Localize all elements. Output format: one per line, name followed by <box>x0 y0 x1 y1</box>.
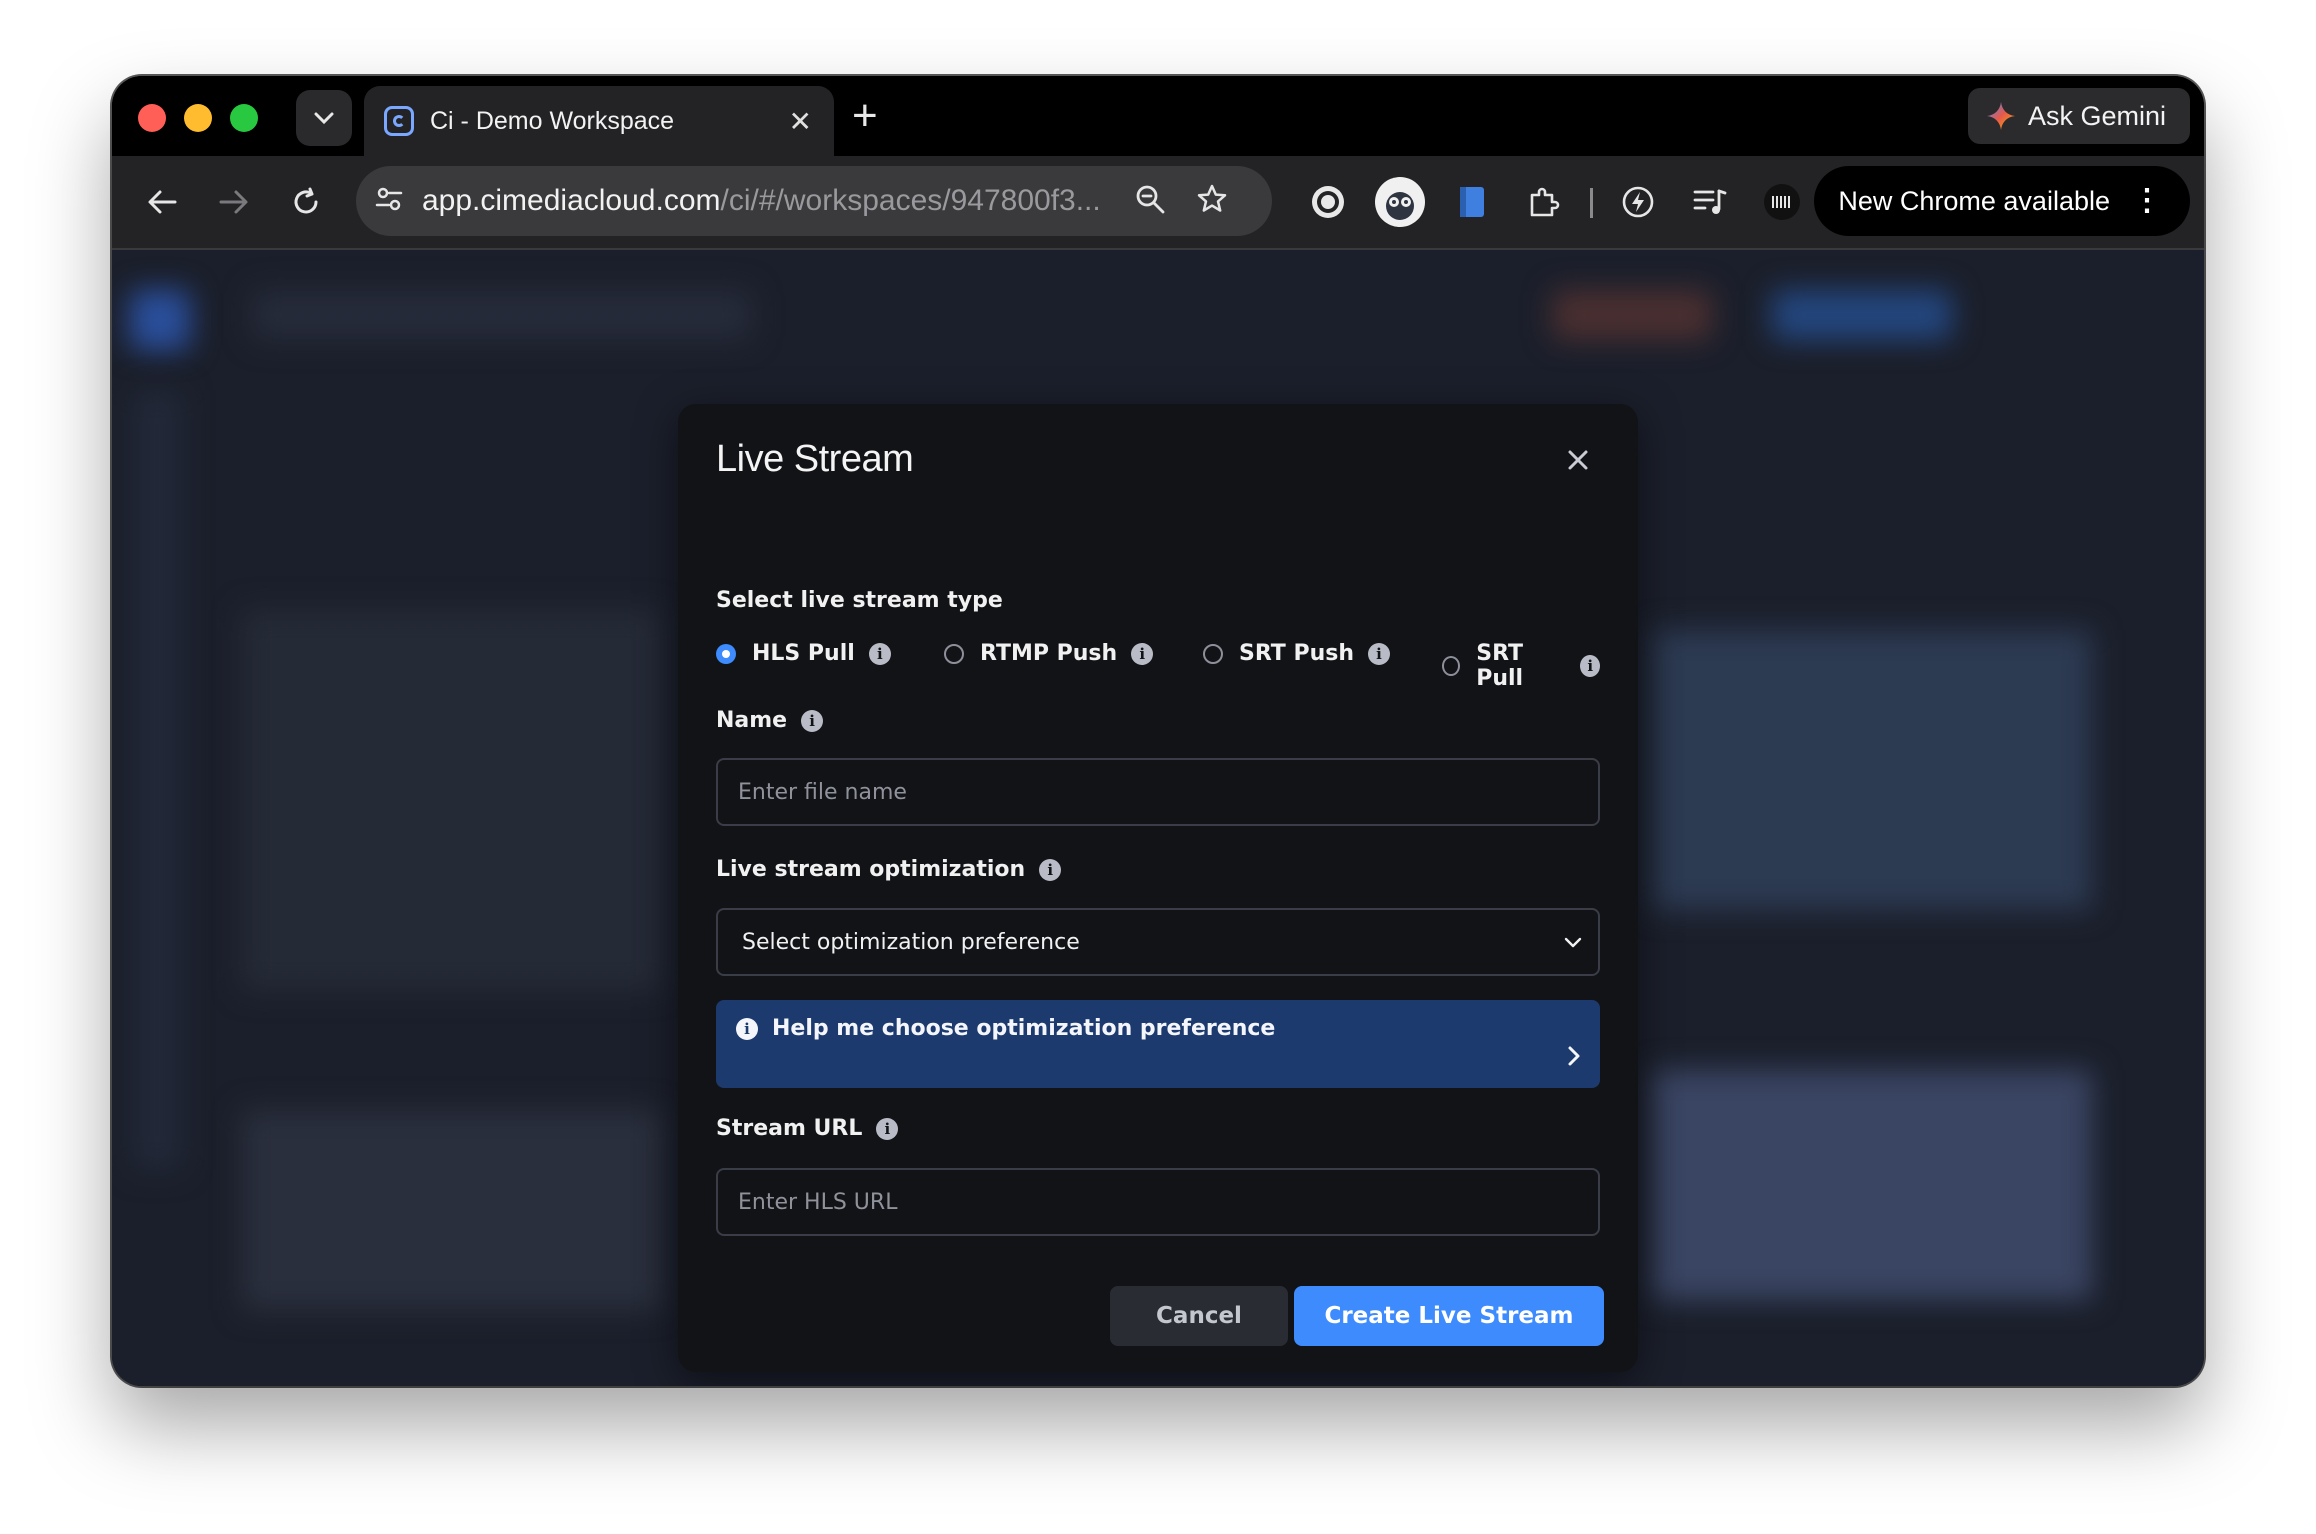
header-button-backdrop <box>1772 290 1952 340</box>
name-input-placeholder: Enter file name <box>738 779 907 805</box>
tab-title: Ci - Demo Workspace <box>430 106 675 135</box>
radio-indicator[interactable] <box>1203 643 1223 664</box>
info-icon[interactable]: i <box>1039 858 1062 881</box>
active-tab[interactable]: Ci - Demo Workspace ✕ <box>364 86 834 156</box>
performance-bolt-icon[interactable] <box>1616 180 1660 224</box>
modal-close-button[interactable] <box>1564 446 1592 474</box>
stream-url-input[interactable]: Enter HLS URL <box>716 1168 1600 1236</box>
radio-srt-push[interactable]: SRT Push i <box>1203 641 1391 666</box>
live-stream-modal: Live Stream Select live stream type HLS … <box>678 404 1638 1372</box>
info-icon[interactable]: i <box>868 642 891 665</box>
back-button[interactable] <box>140 180 184 224</box>
stream-type-label-text: Select live stream type <box>716 588 1003 613</box>
url-host: app.cimediacloud.com <box>422 184 721 217</box>
radio-hls-pull[interactable]: HLS Pull i <box>716 641 891 666</box>
update-label: New Chrome available <box>1838 185 2110 216</box>
arrow-right-icon <box>219 190 248 214</box>
card-backdrop <box>1652 1070 2092 1300</box>
stream-type-radio-group: HLS Pull i RTMP Push i SRT Push i SRT Pu… <box>716 641 1600 691</box>
help-banner-text: Help me choose optimization preference <box>772 1016 1276 1041</box>
info-icon[interactable]: i <box>801 709 824 732</box>
modal-title: Live Stream <box>716 438 914 480</box>
minimize-window-button[interactable] <box>184 104 212 132</box>
tab-close-icon[interactable]: ✕ <box>789 105 812 138</box>
radio-rtmp-push[interactable]: RTMP Push i <box>944 641 1154 666</box>
browser-toolbar: app.cimediacloud.com/ci/#/workspaces/947… <box>112 156 2204 250</box>
chevron-down-icon <box>1564 937 1582 948</box>
cancel-button[interactable]: Cancel <box>1110 1286 1288 1346</box>
new-chrome-available-button[interactable]: New Chrome available ⋮ <box>1814 166 2190 236</box>
info-icon: i <box>736 1017 758 1040</box>
name-label: Name i <box>716 708 824 733</box>
radio-label: HLS Pull <box>752 641 855 666</box>
extensions-puzzle-icon[interactable] <box>1522 180 1566 224</box>
reload-icon <box>294 187 318 214</box>
radio-label: RTMP Push <box>980 641 1118 666</box>
radio-selected-indicator[interactable] <box>716 643 736 664</box>
info-icon[interactable]: i <box>1368 642 1391 665</box>
toolbar-divider <box>1590 188 1593 218</box>
optimization-select-value: Select optimization preference <box>742 929 1080 955</box>
card-backdrop <box>1652 630 2092 910</box>
optimization-help-banner[interactable]: i Help me choose optimization preference <box>716 1000 1600 1088</box>
tab-strip: Ci - Demo Workspace ✕ + Ask Gemini <box>112 76 2204 156</box>
site-favicon-icon <box>384 106 414 136</box>
card-backdrop <box>242 1110 662 1310</box>
name-input[interactable]: Enter file name <box>716 758 1600 826</box>
ask-gemini-button[interactable]: Ask Gemini <box>1967 88 2190 144</box>
radio-indicator[interactable] <box>1442 656 1461 676</box>
create-live-stream-button[interactable]: Create Live Stream <box>1294 1286 1604 1346</box>
site-settings-icon[interactable] <box>374 184 404 218</box>
optimization-select[interactable]: Select optimization preference <box>716 908 1600 976</box>
close-window-button[interactable] <box>138 104 166 132</box>
url-text[interactable]: app.cimediacloud.com/ci/#/workspaces/947… <box>422 184 1112 218</box>
address-bar[interactable]: app.cimediacloud.com/ci/#/workspaces/947… <box>356 166 1272 236</box>
radio-label: SRT Pull <box>1476 641 1524 691</box>
new-tab-button[interactable]: + <box>852 94 878 138</box>
url-path: /ci/#/workspaces/947800f3... <box>720 184 1101 217</box>
bookmark-star-icon[interactable] <box>1196 183 1228 219</box>
radio-srt-pull[interactable]: SRT Pull i <box>1442 641 1600 691</box>
chevron-down-icon <box>314 112 334 125</box>
header-button-backdrop <box>1552 290 1712 340</box>
search-backdrop <box>252 290 752 340</box>
name-label-text: Name <box>716 708 788 733</box>
info-icon[interactable]: i <box>1580 655 1600 677</box>
close-icon <box>1568 450 1588 470</box>
reload-button[interactable] <box>284 180 328 224</box>
forward-button[interactable] <box>212 180 256 224</box>
brand-extension-icon[interactable] <box>1760 180 1804 224</box>
info-icon[interactable]: i <box>1131 642 1154 665</box>
notebook-extension-icon[interactable] <box>1450 180 1494 224</box>
arrow-left-icon <box>148 190 177 214</box>
info-icon[interactable]: i <box>876 1117 899 1140</box>
app-logo <box>130 290 190 350</box>
optimization-label: Live stream optimization i <box>716 857 1062 882</box>
gemini-sparkle-icon <box>1986 102 2015 130</box>
avatar-extension-icon[interactable] <box>1374 176 1426 228</box>
maximize-window-button[interactable] <box>230 104 258 132</box>
optimization-label-text: Live stream optimization <box>716 857 1026 882</box>
grammarly-extension-icon[interactable] <box>1306 180 1350 224</box>
card-backdrop <box>242 610 662 990</box>
stream-url-label-text: Stream URL <box>716 1116 863 1141</box>
ask-gemini-label: Ask Gemini <box>2027 100 2166 131</box>
page-content-backdrop: Live Stream Select live stream type HLS … <box>112 250 2204 1386</box>
stream-url-placeholder: Enter HLS URL <box>738 1189 898 1215</box>
zoom-icon[interactable] <box>1134 183 1166 219</box>
chevron-right-icon <box>1568 1046 1580 1066</box>
browser-window: Ci - Demo Workspace ✕ + Ask Gemini app.c… <box>112 76 2204 1386</box>
stream-url-label: Stream URL i <box>716 1116 899 1141</box>
menu-kebab-icon[interactable]: ⋮ <box>2132 186 2162 216</box>
reading-list-icon[interactable] <box>1688 180 1732 224</box>
stream-type-label: Select live stream type <box>716 588 1003 613</box>
tab-search-button[interactable] <box>296 90 352 146</box>
radio-indicator[interactable] <box>944 643 964 664</box>
radio-label: SRT Push <box>1239 641 1355 666</box>
sidebar-backdrop <box>132 390 182 1170</box>
